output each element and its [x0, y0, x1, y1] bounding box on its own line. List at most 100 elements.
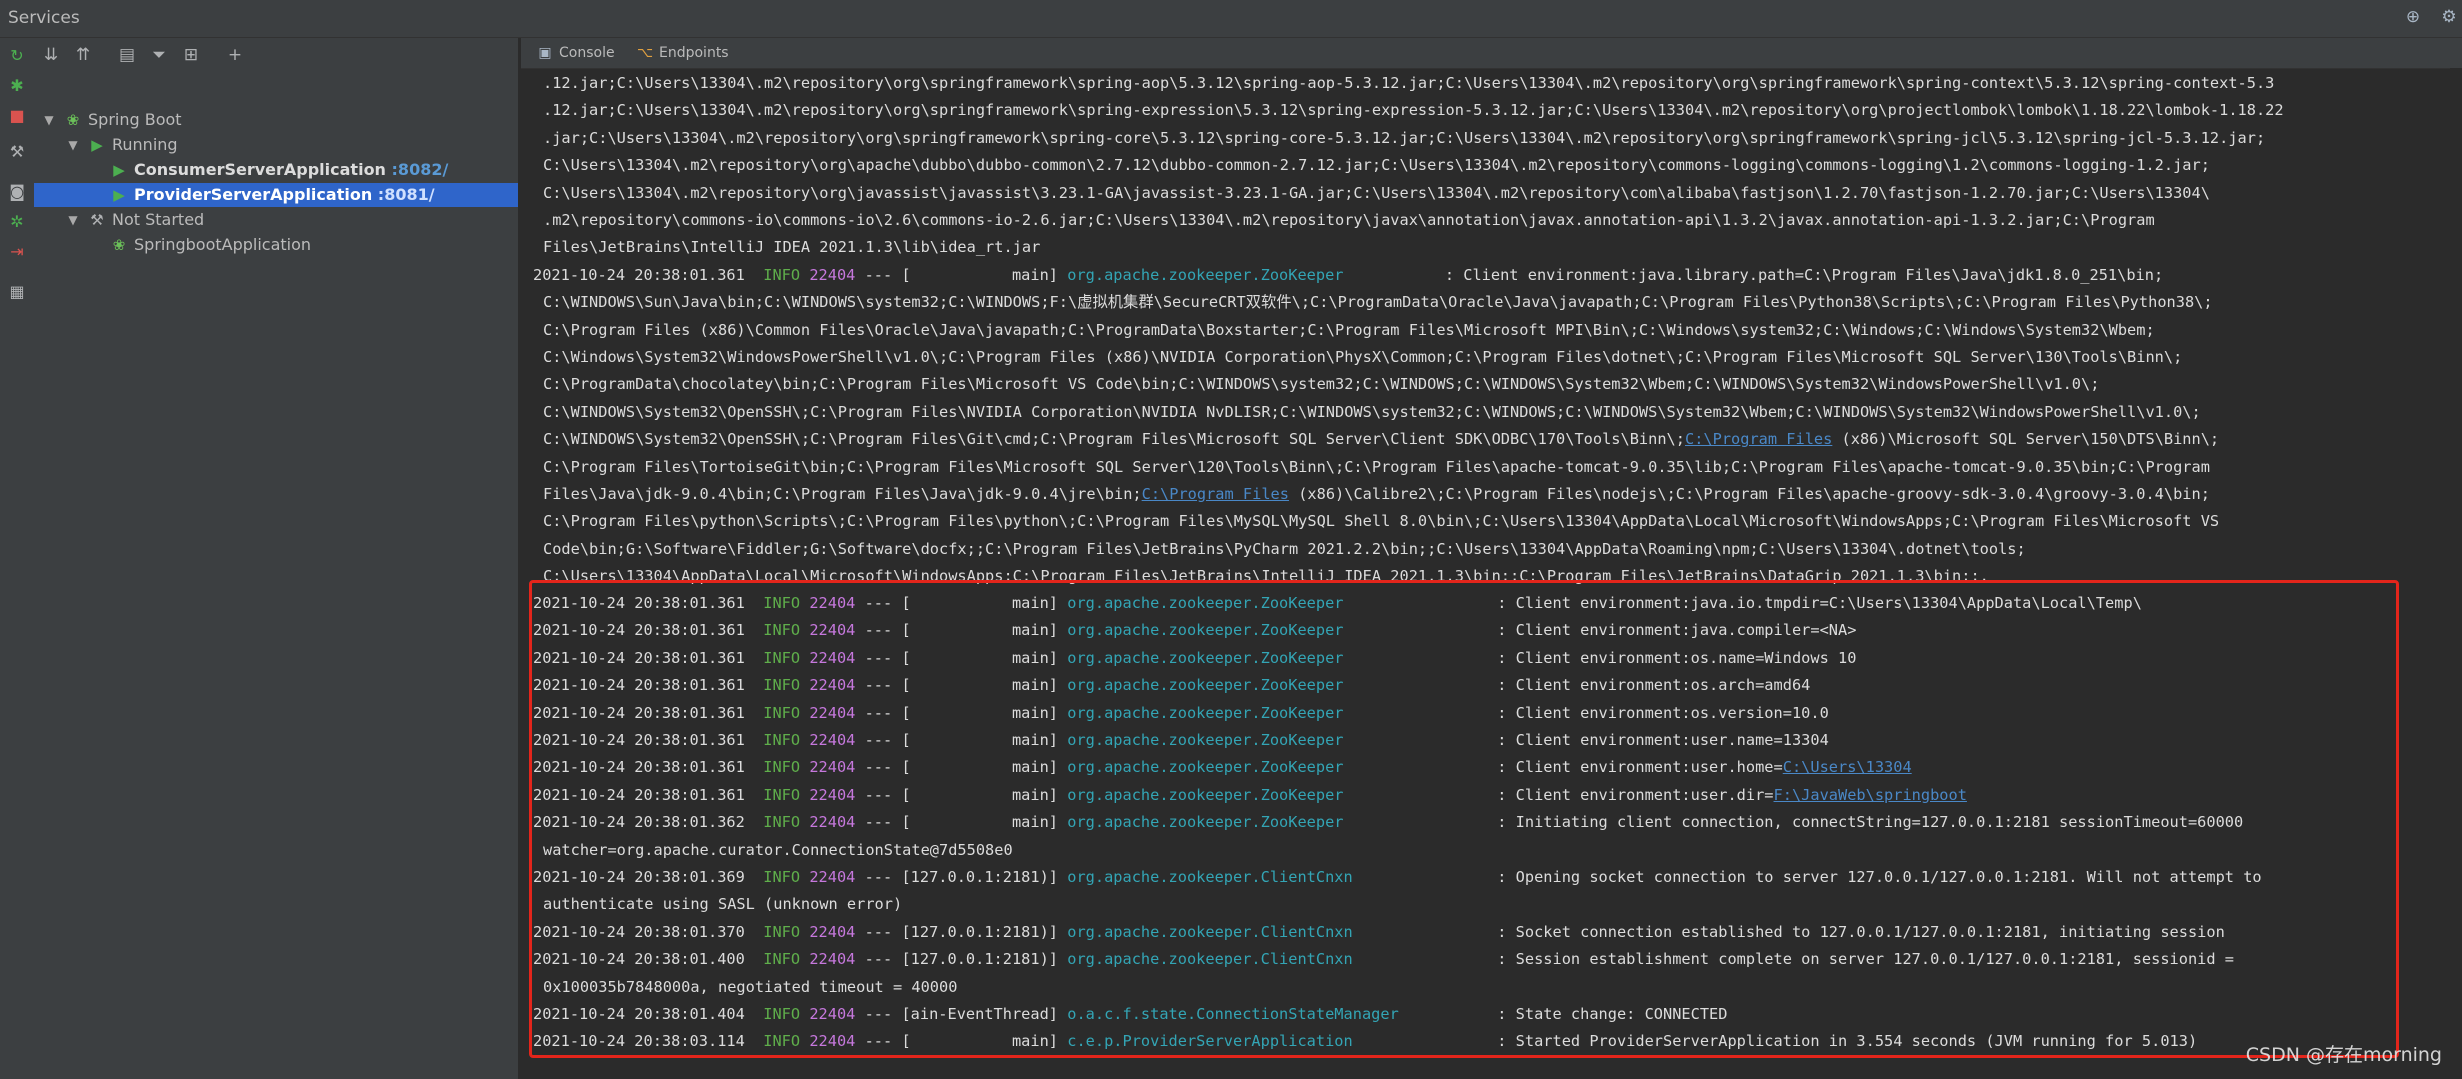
tab-endpoints[interactable]: ⌥ Endpoints: [637, 42, 729, 64]
camera-icon[interactable]: ◙: [7, 182, 27, 202]
chevron-down-icon[interactable]: ▼: [66, 208, 80, 232]
log-pid: 22404: [809, 1005, 856, 1023]
log-timestamp: 2021-10-24 20:38:01.404: [533, 1005, 745, 1023]
filter-icon[interactable]: ⏷: [148, 44, 170, 66]
log-separator: ---: [864, 1005, 893, 1023]
tab-console[interactable]: ▣ Console: [537, 42, 615, 64]
layout-icon[interactable]: ▦: [7, 282, 27, 302]
log-pid: 22404: [809, 813, 856, 832]
log-entry: 2021-10-24 20:38:03.114 INFO 22404 --- […: [533, 1028, 2197, 1055]
globe-settings-icon[interactable]: ⊕: [2404, 8, 2422, 26]
path-link[interactable]: C:\Program Files: [1142, 485, 1289, 503]
group-by-icon[interactable]: ▤: [116, 44, 138, 66]
collapse-all-icon[interactable]: ⇈: [72, 44, 94, 66]
tree-node-spring-boot[interactable]: ▼ ❀ Spring Boot: [34, 108, 518, 132]
log-message: : Client environment:os.arch=amd64: [1497, 676, 1811, 695]
exit-icon[interactable]: ⇥: [7, 242, 27, 262]
log-logger: o.a.c.f.state.ConnectionStateManager: [1067, 1005, 1399, 1023]
spring-boot-icon: ❀: [112, 236, 126, 254]
log-entry: 2021-10-24 20:38:01.361 INFO 22404 --- […: [533, 782, 1967, 809]
log-timestamp: 2021-10-24 20:38:01.361: [533, 594, 745, 612]
add-service-icon[interactable]: +: [224, 44, 246, 66]
log-timestamp: 2021-10-24 20:38:01.361: [533, 676, 745, 695]
log-line: .m2\repository\commons-io\commons-io\2.6…: [543, 211, 2155, 229]
console-scrollbar[interactable]: [2450, 68, 2462, 1079]
path-link[interactable]: F:\JavaWeb\springboot: [1774, 786, 1967, 804]
log-level: INFO: [763, 648, 801, 667]
layout-icon[interactable]: ⊞: [180, 44, 202, 66]
wrench-icon[interactable]: ⚒: [7, 142, 27, 162]
bug-icon[interactable]: ✲: [7, 212, 27, 232]
log-text: (x86)\Calibre2\;C:\Program Files\nodejs\…: [1288, 485, 2210, 503]
log-logger: org.apache.zookeeper.ZooKeeper: [1067, 265, 1344, 284]
tree-node-provider-app[interactable]: ▶ ProviderServerApplication :8081/: [34, 183, 518, 207]
tree-node-label: Not Started: [112, 210, 205, 229]
port-link[interactable]: :8082/: [392, 160, 449, 179]
log-thread: [127.0.0.1:2181)]: [901, 922, 1059, 941]
console-tabs: ▣ Console ⌥ Endpoints: [521, 38, 2462, 69]
log-level: INFO: [763, 950, 801, 969]
expand-all-icon[interactable]: ⇊: [40, 44, 62, 66]
log-entry: 2021-10-24 20:38:01.361 INFO 22404 --- […: [533, 617, 1856, 644]
log-thread: [ main]: [901, 1032, 1059, 1051]
stop-icon[interactable]: ■: [7, 106, 27, 126]
log-pid: 22404: [809, 1032, 856, 1051]
debug-icon[interactable]: ✱: [7, 76, 27, 96]
path-link[interactable]: C:\Program Files: [1685, 430, 1832, 448]
log-entry: 2021-10-24 20:38:01.362 INFO 22404 --- […: [533, 809, 2243, 836]
tree-node-springboot-app[interactable]: ❀ SpringbootApplication: [34, 233, 518, 257]
log-entry: 2021-10-24 20:38:01.370 INFO 22404 --- […: [533, 919, 2225, 946]
log-message: : Opening socket connection to server 12…: [1497, 868, 2262, 886]
log-separator: ---: [864, 868, 893, 886]
log-message: : Client environment:os.version=10.0: [1497, 703, 1829, 722]
log-line: C:\WINDOWS\System32\OpenSSH\;C:\Program …: [543, 426, 2219, 453]
gear-icon[interactable]: ⚙: [2440, 8, 2458, 26]
log-logger: org.apache.zookeeper.ZooKeeper: [1067, 676, 1344, 695]
tree-node-not-started[interactable]: ▼ ⚒ Not Started: [34, 208, 518, 232]
log-message: : Initiating client connection, connectS…: [1497, 813, 2244, 832]
tree-node-running[interactable]: ▼ ▶ Running: [34, 133, 518, 157]
console-output[interactable]: .12.jar;C:\Users\13304\.m2\repository\or…: [533, 70, 2453, 615]
log-line: watcher=org.apache.curator.ConnectionSta…: [543, 840, 1013, 859]
app-name-line: ProviderServerApplication :8081/: [134, 183, 435, 207]
wrench-icon: ⚒: [90, 211, 104, 229]
log-pid: 22404: [809, 868, 856, 886]
log-timestamp: 2021-10-24 20:38:01.370: [533, 922, 745, 941]
port-link[interactable]: :8081/: [378, 185, 435, 204]
log-thread: [ main]: [901, 621, 1059, 640]
log-logger: org.apache.zookeeper.ClientCnxn: [1067, 922, 1353, 941]
log-logger: org.apache.zookeeper.ZooKeeper: [1067, 648, 1344, 667]
log-message: : Client environment:java.io.tmpdir=C:\U…: [1497, 594, 2142, 612]
log-thread: [ main]: [901, 648, 1059, 667]
log-message: : Started ProviderServerApplication in 3…: [1497, 1032, 2198, 1051]
log-timestamp: 2021-10-24 20:38:01.361: [533, 265, 745, 284]
log-line: Code\bin;G:\Software\Fiddler;G:\Software…: [543, 539, 2026, 558]
log-message: : Socket connection established to 127.0…: [1497, 922, 2225, 941]
chevron-down-icon[interactable]: ▼: [66, 133, 80, 157]
log-level: INFO: [763, 785, 801, 804]
log-message: : Client environment:os.name=Windows 10: [1497, 648, 1857, 667]
log-separator: ---: [864, 676, 893, 695]
services-action-bar: ↻ ✱ ■ ⚒ ◙ ✲ ⇥ ▦: [0, 38, 35, 1079]
log-message: : Client environment:user.name=13304: [1497, 731, 1829, 749]
endpoints-icon: ⌥: [637, 45, 654, 61]
log-pid: 22404: [809, 703, 856, 722]
tab-label: Console: [559, 45, 615, 61]
log-pid: 22404: [809, 265, 856, 284]
log-text: C:\WINDOWS\System32\OpenSSH\;C:\Program …: [543, 430, 1685, 449]
rerun-icon[interactable]: ↻: [7, 46, 27, 66]
log-line: C:\Users\13304\.m2\repository\org\javass…: [543, 183, 2210, 202]
app-name: ConsumerServerApplication: [134, 160, 386, 179]
log-line: .12.jar;C:\Users\13304\.m2\repository\or…: [543, 101, 2284, 120]
log-timestamp: 2021-10-24 20:38:01.361: [533, 648, 745, 667]
log-timestamp: 2021-10-24 20:38:01.361: [533, 621, 745, 640]
log-logger: org.apache.zookeeper.ZooKeeper: [1067, 758, 1344, 777]
log-logger: org.apache.zookeeper.ZooKeeper: [1067, 785, 1344, 804]
path-link[interactable]: C:\Users\13304: [1783, 758, 1912, 776]
tree-node-consumer-app[interactable]: ▶ ConsumerServerApplication :8082/: [34, 158, 518, 182]
tree-node-label: Spring Boot: [88, 110, 182, 129]
spring-boot-icon: ❀: [66, 111, 80, 129]
chevron-down-icon[interactable]: ▼: [42, 108, 56, 132]
highlighted-log-entries[interactable]: 2021-10-24 20:38:01.361 INFO 22404 --- […: [533, 590, 2453, 1070]
services-tree-panel: ⇊ ⇈ ▤ ⏷ ⊞ + ▼ ❀ Spring Boot ▼ ▶ Running …: [34, 38, 518, 1079]
